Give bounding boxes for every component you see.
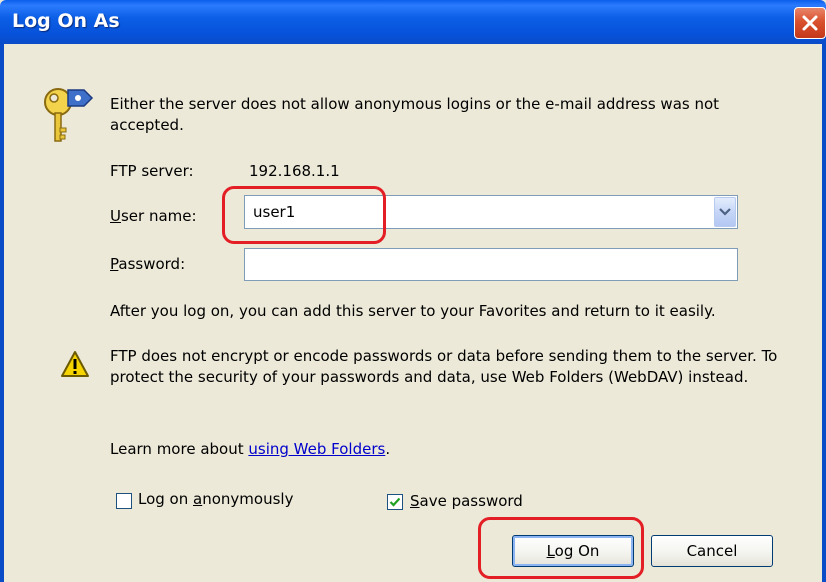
close-icon — [802, 15, 818, 31]
save-password-label[interactable]: Save password — [410, 492, 523, 510]
keys-icon — [44, 88, 94, 142]
password-label-rest: assword: — [118, 255, 186, 273]
password-input[interactable] — [245, 249, 737, 280]
ftp-server-label: FTP server: — [110, 162, 194, 180]
log-on-highlight — [478, 517, 644, 579]
close-button[interactable] — [794, 7, 826, 39]
anonymous-checkbox[interactable] — [116, 493, 132, 509]
anonymous-label[interactable]: Log on anonymously — [138, 490, 293, 508]
learn-more-text: Learn more about using Web Folders. — [110, 440, 390, 458]
window-frame-left — [0, 44, 4, 582]
user-name-label-rest: ser name: — [120, 207, 197, 225]
checkmark-icon — [389, 497, 401, 507]
title-bar[interactable]: Log On As — [0, 0, 826, 44]
save-password-label-post: ave password — [419, 492, 523, 510]
password-field[interactable] — [244, 248, 738, 281]
web-folders-link[interactable]: using Web Folders — [248, 440, 385, 458]
learn-more-suffix: . — [385, 440, 391, 458]
save-password-accelerator: S — [410, 492, 420, 510]
ftp-server-value: 192.168.1.1 — [249, 162, 340, 180]
security-warning: FTP does not encrypt or encode passwords… — [110, 347, 778, 386]
log-on-as-dialog: Log On As Either the server does not all… — [0, 0, 826, 582]
error-message: Either the server does not allow anonymo… — [110, 95, 720, 134]
password-label: Password: — [110, 255, 185, 273]
anonymous-accelerator: a — [193, 490, 203, 508]
save-password-checkbox[interactable] — [387, 494, 403, 510]
warning-icon — [61, 351, 89, 377]
cancel-button[interactable]: Cancel — [651, 535, 773, 567]
anonymous-label-post: nonymously — [202, 490, 294, 508]
user-name-label: User name: — [110, 207, 197, 225]
window-frame-right — [822, 44, 826, 582]
learn-more-prefix: Learn more about — [110, 440, 249, 458]
user-name-accelerator: U — [110, 207, 121, 225]
user-name-highlight — [222, 186, 386, 244]
user-name-dropdown-button[interactable] — [714, 197, 736, 227]
chevron-down-icon — [719, 208, 731, 216]
anonymous-label-pre: Log on — [138, 490, 194, 508]
favorites-note: After you log on, you can add this serve… — [110, 302, 716, 320]
dialog-title: Log On As — [12, 10, 120, 32]
